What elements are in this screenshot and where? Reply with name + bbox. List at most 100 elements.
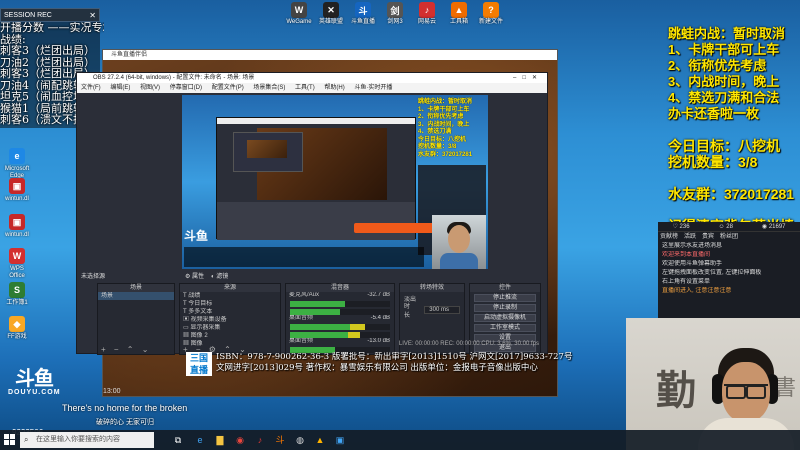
desktop-icon-jx3[interactable]: 剑 剑网3 — [378, 2, 412, 26]
photo-icon[interactable]: ▣ — [334, 434, 346, 446]
game-icon[interactable]: ▲ — [314, 434, 326, 446]
session-recorder-bar[interactable]: SESSION REC ✕ — [0, 8, 100, 22]
filters-button[interactable]: ◐ 滤镜 — [211, 271, 228, 283]
netease-music-icon[interactable]: ♪ — [254, 434, 266, 446]
mixer-channel-meter[interactable] — [290, 301, 390, 307]
desktop-icon-label: WPS Office — [9, 266, 25, 279]
notice-line: 1、卡牌干部可上车 — [668, 42, 780, 57]
desktop-icon-label: 工具箱 — [449, 19, 468, 25]
chat-tab[interactable]: 粉丝团 — [720, 232, 738, 242]
douyu-mark: 斗鱼 — [15, 368, 54, 390]
window-controls[interactable]: –□✕ — [513, 73, 543, 83]
desktop-icon-game[interactable]: ◆ FF游戏 — [2, 316, 32, 341]
source-item[interactable]: ▭ 显示器采集 — [180, 324, 280, 332]
obs-window[interactable]: OBS 27.2.4 (64-bit, windows) - 配置文件: 未命名… — [76, 72, 548, 355]
desktop-icon-newfile[interactable]: ? 新建文件 — [474, 2, 508, 26]
obs-title-text: OBS 27.2.4 (64-bit, windows) - 配置文件: 未命名… — [93, 75, 255, 81]
chat-tab[interactable]: 活跃 — [684, 232, 696, 242]
search-icon: ⌕ — [24, 435, 29, 444]
desktop-icon-edge[interactable]: e Microsoft Edge — [2, 148, 32, 180]
isbn-notice: 三国 直播 ISBN：978-7-900262-36-3 版署批号：新出审字[20… — [186, 352, 586, 376]
chat-tab[interactable]: 贵宾 — [702, 232, 714, 242]
desktop-icon-label: 网易云 — [417, 19, 436, 25]
stream-notice-overlay: 跳蛙内战：暂时取消 1、卡牌干部可上车 2、衔称优先考虑 3、内战时间，晚上 4… — [668, 26, 800, 234]
desktop-icon-workbook[interactable]: S 工作簿1 — [2, 282, 32, 307]
desktop-icon-label: wintun.dl — [5, 196, 29, 202]
menu-help[interactable]: 帮助(H) — [324, 85, 344, 91]
taskbar: ⌕ 在这里输入你要搜索的内容 ⧉ e ▇ ◉ ♪ 斗 ◍ ▲ ▣ — [0, 430, 800, 450]
file-explorer-icon[interactable]: ▇ — [214, 434, 226, 446]
menu-douyu-live[interactable]: 斗鱼·实时开播 — [354, 85, 392, 91]
spreadsheet-icon: S — [9, 282, 25, 298]
stat-value: ☺ 28 — [718, 224, 733, 230]
preview-notice-line: 水友群：372017281 — [418, 151, 473, 158]
fan-group: 水友群：372017281 — [668, 186, 795, 202]
preview-notice-line: 跳蛙内战：暂时取消 — [418, 99, 473, 105]
close-icon[interactable]: ✕ — [89, 11, 96, 20]
windows-start-icon[interactable] — [4, 434, 16, 446]
preview-caption — [184, 247, 424, 267]
douyu-icon: 斗 — [355, 2, 371, 18]
stop-streaming-button[interactable]: 停止推流 — [474, 294, 536, 302]
preview-notice-line: 4、禁选刀满 — [418, 129, 452, 135]
daily-count: 挖机数量：3/8 — [668, 154, 758, 170]
douyu-icon[interactable]: 斗 — [274, 434, 286, 446]
chat-message: 欢迎来到本直播间 — [662, 252, 711, 258]
douyu-logo: 斗鱼 DOUYU.COM — [8, 369, 60, 396]
chat-tab[interactable]: 贡献榜 — [660, 232, 678, 242]
chrome-icon[interactable]: ◉ — [234, 434, 246, 446]
menu-docks[interactable]: 停靠窗口(D) — [170, 85, 202, 91]
menu-edit[interactable]: 编辑(E) — [110, 85, 130, 91]
obs-icon[interactable]: ◍ — [294, 434, 306, 446]
host-window-title: 斗鱼直播伴侣 — [103, 50, 557, 60]
menu-tools[interactable]: 工具(T) — [295, 85, 315, 91]
notice-line: 办卡还香啦一枚 — [668, 106, 760, 121]
task-view-icon[interactable]: ⧉ — [172, 434, 184, 446]
chat-message: 直播间进入, 注意注意注意 — [662, 288, 732, 294]
mixer-channel-meter[interactable] — [290, 324, 390, 330]
source-item[interactable]: T 战绩 — [180, 292, 280, 300]
mixer-channel-meter[interactable] — [290, 332, 390, 338]
notice-line: 4、禁选刀满和合法 — [668, 90, 780, 105]
menu-profile[interactable]: 配置文件(P) — [212, 85, 244, 91]
menu-view[interactable]: 视图(V) — [140, 85, 160, 91]
game-logo: 三国 直播 — [186, 352, 212, 376]
source-item[interactable]: ▣ 视频采集设备 — [180, 316, 280, 324]
dll-file-icon: ▣ — [9, 178, 25, 194]
desktop-icon-toolbox[interactable]: ▲ 工具箱 — [442, 2, 476, 26]
preview-webcam — [432, 215, 486, 269]
dll-file-icon: ▣ — [9, 214, 25, 230]
notice-line: 跳蛙内战：暂时取消 — [668, 26, 786, 41]
menu-file[interactable]: 文件(F) — [81, 85, 101, 91]
mixer-channel-meter[interactable] — [290, 309, 390, 315]
edge-icon[interactable]: e — [194, 434, 206, 446]
preview-notice-line: 今日目标：八挖机 — [418, 136, 467, 143]
chat-message: 左键拖拽面板改变位置, 左键拉伸面板 — [662, 270, 762, 276]
studio-mode-button[interactable]: 工作室模式 — [474, 324, 536, 332]
chat-panel[interactable]: ♡ 236 ☺ 28 ◉ 21697 贡献榜 活跃 贵宾 粉丝团 这里展示水友进… — [658, 222, 800, 326]
taskbar-search-input[interactable]: ⌕ 在这里输入你要搜索的内容 — [20, 432, 154, 448]
calligraphy-art: 勤 — [656, 367, 696, 414]
stop-recording-button[interactable]: 停止录制 — [474, 304, 536, 312]
session-title: SESSION REC — [4, 11, 52, 19]
transition-duration[interactable]: 时长 300 ms — [404, 304, 460, 319]
source-item[interactable]: T 今日目标 — [180, 300, 280, 308]
obs-preview[interactable]: 跳蛙内战：暂时取消 1、卡牌干部可上车 2、衔称优先考虑 3、内战时间，晚上 4… — [182, 95, 488, 269]
desktop-icon-wintun[interactable]: ▣ wintun.dl — [2, 178, 32, 203]
desktop-icon-wegame[interactable]: W WeGame — [282, 2, 316, 26]
music-icon: ♪ — [419, 2, 435, 18]
preview-notice-line: 2、衔称优先考虑 — [418, 114, 464, 120]
desktop-icon-douyu[interactable]: 斗 斗鱼直播 — [346, 2, 380, 26]
desktop-icon-wintun-2[interactable]: ▣ wintun.dl — [2, 214, 32, 239]
virtual-camera-button[interactable]: 启动虚拟摄像机 — [474, 314, 536, 322]
dock-title: 场景 — [98, 284, 174, 292]
desktop-icon-music[interactable]: ♪ 网易云 — [410, 2, 444, 26]
notice-line: 2、衔称优先考虑 — [668, 58, 767, 73]
properties-button[interactable]: ⚙ 属性 — [185, 271, 204, 283]
desktop-icon-wps[interactable]: W WPS Office — [2, 248, 32, 280]
desktop-icon-lol[interactable]: ✕ 英雄联盟 — [314, 2, 348, 26]
scene-item[interactable]: 场景 — [98, 292, 174, 300]
menu-scene-collection[interactable]: 场景集合(S) — [253, 85, 285, 91]
source-item[interactable]: T 多多文本 — [180, 308, 280, 316]
notice-line: 3、内战时间，晚上 — [668, 74, 780, 89]
